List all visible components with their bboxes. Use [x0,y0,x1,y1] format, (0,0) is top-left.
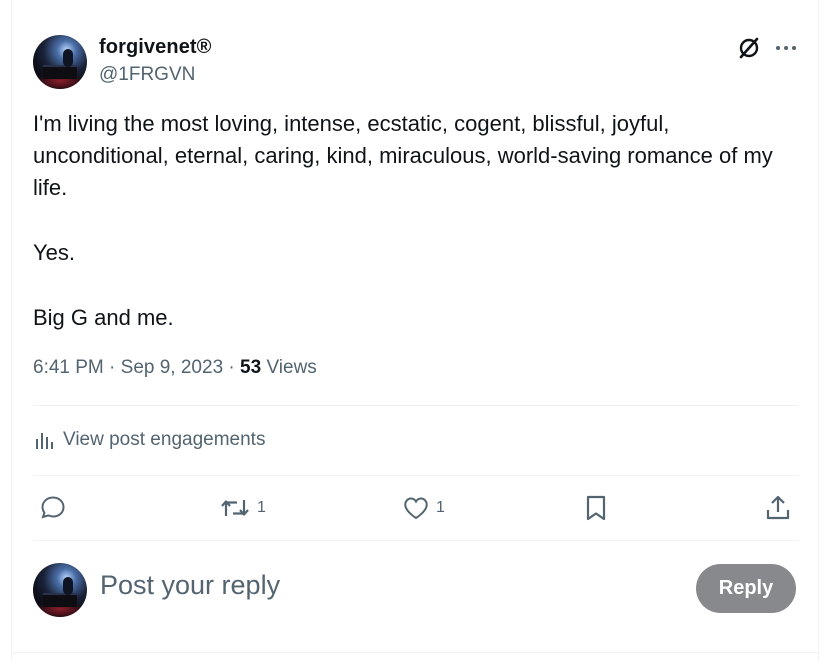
post-date[interactable]: Sep 9, 2023 [121,357,223,378]
more-icon[interactable] [774,35,798,61]
post-text: I'm living the most loving, intense, ecs… [33,108,793,334]
reply-submit-button[interactable]: Reply [696,564,796,613]
bookmark-button[interactable] [583,490,609,526]
repost-count: 1 [257,499,266,516]
divider [33,540,798,541]
reply-button[interactable] [39,490,73,526]
post-paragraph: I'm living the most loving, intense, ecs… [33,111,773,200]
share-button[interactable] [764,490,792,526]
author-handle[interactable]: @1FRGVN [99,64,195,86]
post-paragraph: Big G and me. [33,305,174,330]
meta-separator: · [109,357,116,378]
meta-separator: · [228,357,235,378]
like-button[interactable]: 1 [402,490,445,526]
share-icon [766,495,790,520]
author-name[interactable]: forgivenet® [99,36,212,59]
like-icon [404,497,428,520]
user-avatar[interactable] [33,563,87,617]
reply-icon [41,496,65,519]
divider [33,405,798,406]
grok-icon[interactable] [736,35,762,61]
views-count: 53 [240,357,262,378]
reply-input[interactable]: Post your reply [100,570,280,601]
post-time[interactable]: 6:41 PM [33,357,104,378]
repost-icon [221,500,249,516]
analytics-icon [36,433,53,449]
view-engagements-link[interactable]: View post engagements [33,426,265,454]
divider [12,652,818,653]
views-label: Views [266,357,317,378]
post-paragraph: Yes. [33,240,76,265]
author-avatar[interactable] [33,35,87,89]
engagements-label: View post engagements [63,429,266,450]
post-meta: 6:41 PM · Sep 9, 2023 · 53 Views [33,357,317,379]
repost-button[interactable]: 1 [219,490,266,526]
like-count: 1 [436,499,445,516]
bookmark-icon [586,495,606,521]
divider [33,475,798,476]
